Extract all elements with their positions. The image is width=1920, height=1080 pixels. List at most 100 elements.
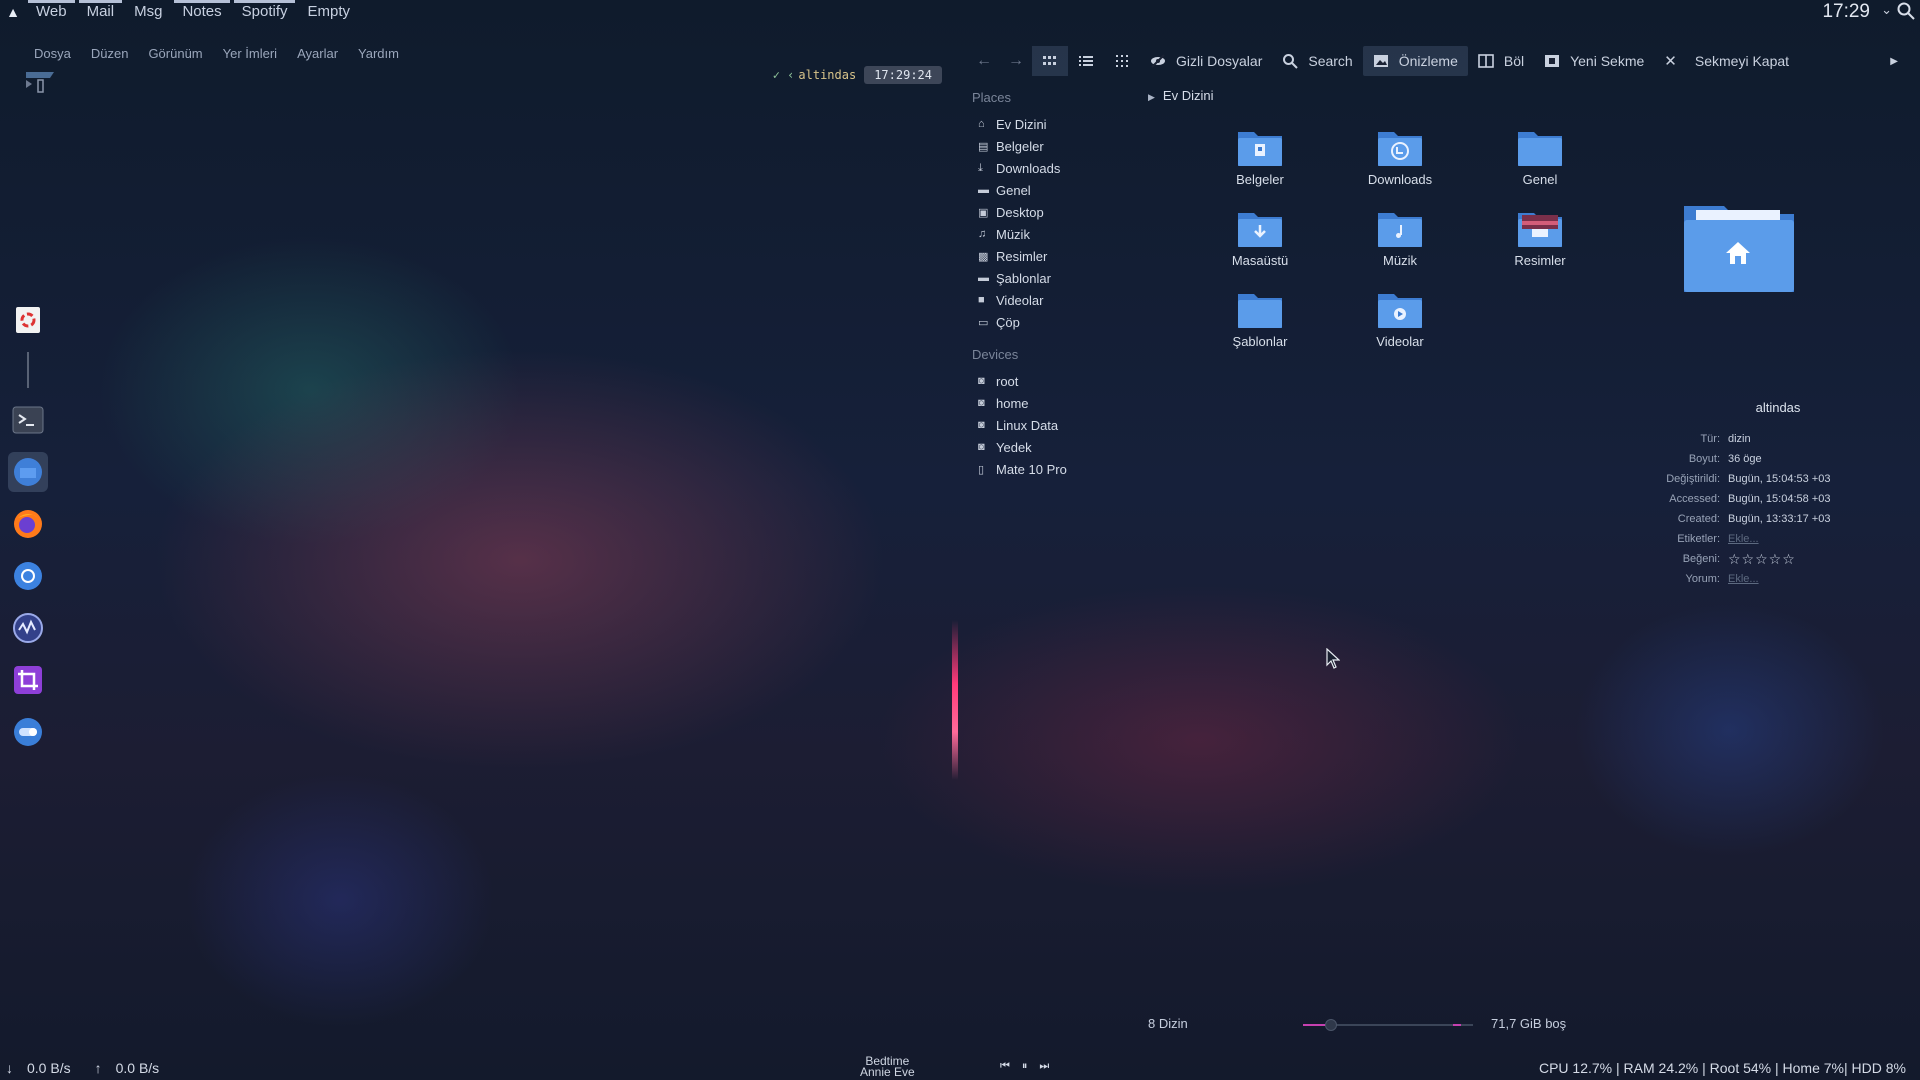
place-resimler[interactable]: ▩ Resimler xyxy=(972,245,1142,267)
device-yedek[interactable]: ◙ Yedek xyxy=(972,436,1142,458)
toolbar-more-button[interactable]: ▶ xyxy=(1880,46,1908,76)
info-row-etiketler: Etiketler: Ekle... xyxy=(1677,533,1759,545)
firefox-app-icon[interactable] xyxy=(8,504,48,544)
place-sablonlar[interactable]: ▬ Şablonlar xyxy=(972,267,1142,289)
terminal-window[interactable]: Dosya Düzen Görünüm Yer İmleri Ayarlar Y… xyxy=(14,40,954,1040)
split-view-icon xyxy=(1478,54,1494,68)
home-folder-preview-icon xyxy=(1684,206,1794,292)
folder-videolar[interactable]: Videolar xyxy=(1330,288,1470,349)
music-folder-icon xyxy=(1378,213,1422,247)
folder-belgeler[interactable]: Belgeler xyxy=(1190,126,1330,187)
place-ev-dizini[interactable]: ⌂ Ev Dizini xyxy=(972,113,1142,135)
workspace-spotify[interactable]: Spotify xyxy=(232,0,298,24)
place-downloads[interactable]: ⤓ Downloads xyxy=(972,157,1142,179)
folder-masaustu[interactable]: Masaüstü xyxy=(1190,207,1330,268)
menu-yer-imleri[interactable]: Yer İmleri xyxy=(213,46,287,61)
music-icon: ♫ xyxy=(978,228,987,240)
menu-ayarlar[interactable]: Ayarlar xyxy=(287,46,348,61)
arrow-left-icon: ← xyxy=(976,52,992,69)
split-label: Böl xyxy=(1503,53,1525,69)
folder-sablonlar[interactable]: Şablonlar xyxy=(1190,288,1330,349)
menu-yardim[interactable]: Yardım xyxy=(348,46,409,61)
place-genel[interactable]: ▬ Genel xyxy=(972,179,1142,201)
check-icon: ✓ ‹ xyxy=(772,68,795,82)
upload-speed: 0.0 B/s xyxy=(115,1060,160,1076)
workspace-notes[interactable]: Notes xyxy=(172,0,231,24)
menu-gorunum[interactable]: Görünüm xyxy=(138,46,212,61)
top-panel: ▲ Web Mail Msg Notes Spotify Empty 17:29… xyxy=(0,0,1920,24)
workspace-web[interactable]: Web xyxy=(26,0,77,24)
downloads-folder-icon xyxy=(1378,132,1422,166)
crop-app-icon[interactable] xyxy=(8,660,48,700)
info-row-tur: Tür: dizin xyxy=(1700,433,1751,445)
hidden-files-button[interactable]: Gizli Dosyalar xyxy=(1140,46,1272,76)
preview-button[interactable]: Önizleme xyxy=(1362,46,1468,76)
toggle-app-icon[interactable] xyxy=(8,712,48,752)
back-button[interactable]: ← xyxy=(968,46,1000,76)
place-videolar[interactable]: ■ Videolar xyxy=(972,289,1142,311)
download-speed: 0.0 B/s xyxy=(27,1060,71,1076)
new-tab-button[interactable]: Yeni Sekme xyxy=(1534,46,1654,76)
terminal-prompt-icon xyxy=(26,72,54,93)
list-view-button[interactable] xyxy=(1068,46,1104,76)
video-icon: ■ xyxy=(978,294,985,306)
workspace-empty[interactable]: Empty xyxy=(297,0,360,24)
place-cop[interactable]: ▭ Çöp xyxy=(972,311,1142,333)
desktop-folder-icon xyxy=(1238,213,1282,247)
compact-grid-icon xyxy=(1116,55,1128,67)
zoom-slider-handle[interactable] xyxy=(1325,1019,1337,1031)
prompt-user: altindas xyxy=(798,68,857,82)
trash-app-icon[interactable] xyxy=(8,300,48,340)
workspace-mail[interactable]: Mail xyxy=(77,0,125,24)
document-icon: ▤ xyxy=(978,140,989,153)
close-tab-button[interactable]: ✕ Sekmeyi Kapat xyxy=(1654,46,1799,76)
download-arrow-icon: ↓ xyxy=(6,1060,13,1076)
folder-downloads[interactable]: Downloads xyxy=(1330,126,1470,187)
add-tags-link[interactable]: Ekle... xyxy=(1728,533,1759,545)
previous-track-icon[interactable]: ⏮ xyxy=(1000,1060,1010,1073)
device-linux-data[interactable]: ◙ Linux Data xyxy=(972,414,1142,436)
zoom-slider[interactable] xyxy=(1303,1019,1473,1031)
forward-button[interactable]: → xyxy=(1000,46,1032,76)
place-muzik[interactable]: ♫ Müzik xyxy=(972,223,1142,245)
breadcrumb[interactable]: ▶ Ev Dizini xyxy=(1148,88,1214,103)
workspace-msg[interactable]: Msg xyxy=(124,0,172,24)
breadcrumb-ev-dizini[interactable]: Ev Dizini xyxy=(1163,88,1214,103)
folder-genel[interactable]: Genel xyxy=(1470,126,1610,187)
split-button[interactable]: Böl xyxy=(1468,46,1534,76)
file-manager-window[interactable]: ← → Gizli Dosyalar Search Önizleme Böl Y… xyxy=(968,46,1908,1042)
pause-icon[interactable]: ⏸ xyxy=(1022,1060,1028,1073)
rating-stars[interactable]: ☆☆☆☆☆ xyxy=(1728,551,1796,568)
folder-resimler[interactable]: Resimler xyxy=(1470,207,1610,268)
place-belgeler[interactable]: ▤ Belgeler xyxy=(972,135,1142,157)
new-tab-label: Yeni Sekme xyxy=(1570,53,1645,69)
device-home[interactable]: ◙ home xyxy=(972,392,1142,414)
search-button[interactable]: Search xyxy=(1272,46,1362,76)
search-icon[interactable] xyxy=(1896,1,1916,21)
device-root[interactable]: ◙ root xyxy=(972,370,1142,392)
image-icon xyxy=(1373,55,1388,67)
compact-view-button[interactable] xyxy=(1104,46,1140,76)
arch-logo-icon[interactable]: ▲ xyxy=(0,4,26,20)
song-artist: Annie Eve xyxy=(860,1065,915,1079)
icon-view-button[interactable] xyxy=(1032,46,1068,76)
network-speed: ↓ 0.0 B/s ↑ 0.0 B/s xyxy=(6,1060,159,1076)
template-folder-icon: ▬ xyxy=(978,272,989,284)
menu-duzen[interactable]: Düzen xyxy=(81,46,139,61)
clock[interactable]: 17:29 xyxy=(1822,0,1870,24)
place-desktop[interactable]: ▣ Desktop xyxy=(972,201,1142,223)
add-comment-link[interactable]: Ekle... xyxy=(1728,573,1759,585)
device-mate-10-pro[interactable]: ▯ Mate 10 Pro xyxy=(972,458,1142,480)
info-row-degistirildi: Değiştirildi: Bugün, 15:04:53 +03 xyxy=(1666,473,1831,485)
menu-dosya[interactable]: Dosya xyxy=(24,46,81,61)
folder-muzik[interactable]: Müzik xyxy=(1330,207,1470,268)
next-track-icon[interactable]: ⏭ xyxy=(1039,1060,1049,1073)
eye-slash-icon xyxy=(1151,54,1165,68)
chromium-app-icon[interactable] xyxy=(8,556,48,596)
templates-folder-icon xyxy=(1238,294,1282,328)
files-app-icon[interactable] xyxy=(8,452,48,492)
chevron-down-icon[interactable]: ⌄ xyxy=(1881,2,1892,18)
system-monitor-app-icon[interactable] xyxy=(8,608,48,648)
terminal-app-icon[interactable] xyxy=(8,400,48,440)
now-playing[interactable]: Bedtime Annie Eve xyxy=(860,1055,915,1079)
